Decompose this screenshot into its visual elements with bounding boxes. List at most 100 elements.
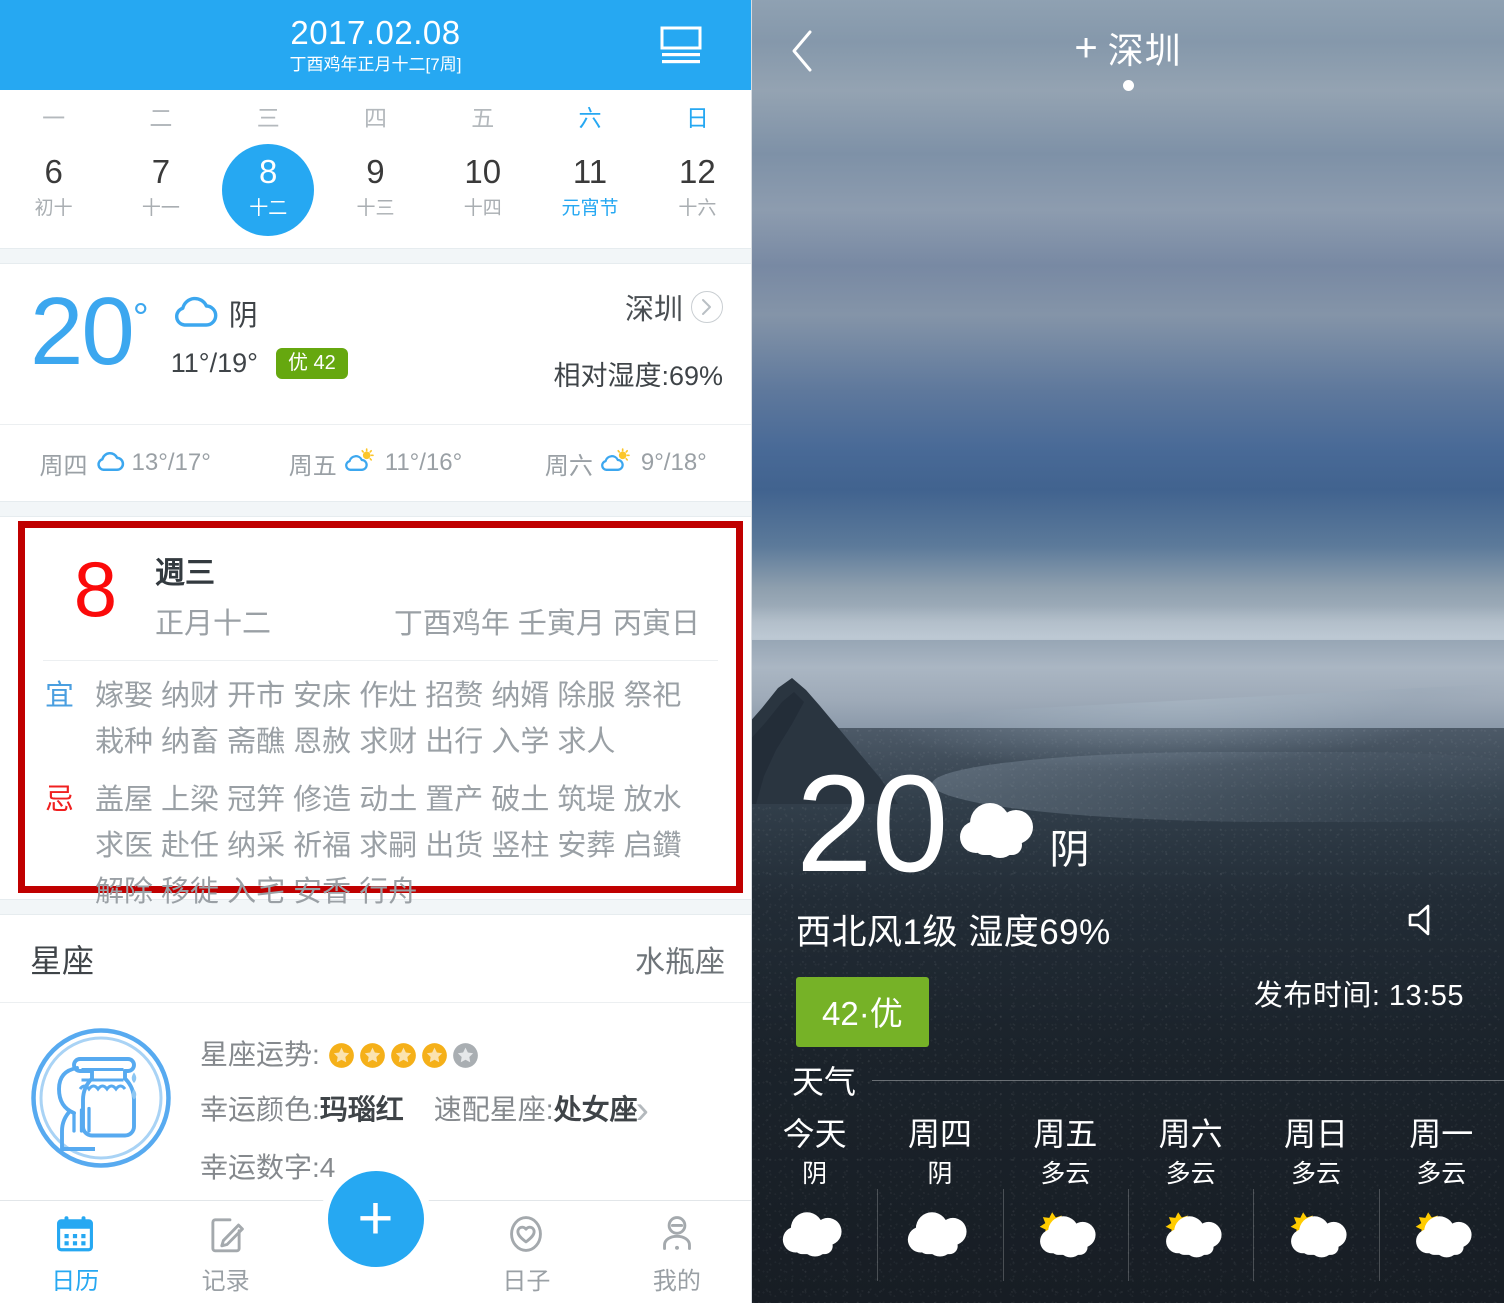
star-rating [328,1042,479,1069]
zodiac-lucky-row: 幸运颜色: 玛瑙红 速配星座: 处女座 › [200,1081,649,1139]
tab-label: 记录 [201,1268,250,1295]
week-strip[interactable]: 一 二 三 四 五 六 日 6 初十 7 十一 8 十二 9 十三 10 十四 … [0,90,751,248]
plus-icon: + [357,1184,394,1253]
forecast-cell[interactable]: 今天 阴 [752,1107,877,1303]
forecast-temp: 9°/18° [640,449,707,476]
partly-sunny-icon [344,447,378,479]
lucky-color-value: 玛瑙红 [319,1094,404,1125]
forecast-day: 周五 [288,452,337,480]
day-number: 9 [366,153,385,190]
weekday-label: 二 [149,105,173,131]
relative-humidity: 相对湿度:69% [553,361,723,391]
forecast-cell[interactable]: 周日 多云 [1253,1107,1378,1303]
lucky-number-label: 幸运数字: [200,1152,320,1183]
almanac-yi-line: 嫁娶 纳财 开市 安床 作灶 招赘 纳婿 除服 祭祀 [95,680,682,712]
publish-time: 发布时间: 13:55 [1253,980,1464,1012]
tab-days[interactable]: 日子 [451,1211,601,1296]
tab-notes[interactable]: 记录 [150,1211,300,1296]
agenda-view-icon[interactable] [657,24,705,66]
day-cell[interactable]: 7 十一 [107,142,214,248]
day-lunar: 十三 [356,198,395,219]
day-cell-selected[interactable]: 8 十二 [215,142,322,248]
forecast-cell[interactable]: 周四 阴 [877,1107,1002,1303]
forecast-item[interactable]: 周五 11°/16° [250,446,500,481]
day-number: 6 [44,153,63,190]
speaker-icon[interactable] [1402,900,1442,945]
match-sign-value: 处女座 [553,1094,638,1125]
weekday-label: 六 [578,105,602,131]
tab-label: 日子 [502,1268,551,1295]
wind-humidity: 西北风1级 湿度69% [796,913,1111,952]
almanac-ji-items: 盖屋 上梁 冠笄 修造 动土 置产 破土 筑堤 放水 求医 赴任 纳采 祈福 求… [89,777,681,915]
forecast-condition: 多云 [1165,1160,1216,1188]
cloudy-icon [95,450,125,477]
forecast-condition: 多云 [1290,1160,1341,1188]
weather-app-panel: + 深圳 20 阴 西北风1级 湿度69% 42·优 发布时间: 13:55 天… [752,0,1504,1303]
weather-forecast-section: 天气 今天 阴 周四 阴 周五 多云 周六 多云 周日 多云 周一 多云 [752,1053,1504,1303]
chevron-right-icon[interactable] [691,291,723,323]
weekday-label: 三 [256,105,280,131]
weekday-label-row: 一 二 三 四 五 六 日 [0,94,751,142]
zodiac-header[interactable]: 星座 水瓶座 [0,915,751,1003]
aqi-chip[interactable]: 42·优 [796,977,929,1047]
day-cell[interactable]: 11 元宵节 [536,142,643,248]
page-indicator-dot[interactable] [1122,79,1134,91]
forecast-cell[interactable]: 周一 多云 [1378,1107,1504,1303]
day-cell[interactable]: 6 初十 [0,142,107,248]
day-number: 8 [259,153,278,190]
tab-label: 日历 [51,1268,100,1295]
almanac-lunar-date: 正月十二 [155,608,272,640]
cloudy-icon [903,1207,977,1266]
heart-shield-icon [505,1211,547,1257]
star-filled-icon [359,1042,385,1068]
forecast-section-title: 天气 [792,1064,857,1100]
zodiac-info: 星座运势: 幸运颜色: 玛瑙红 速配星座: 处女座 › 幸运数字: 4 [176,1023,649,1193]
forecast-condition: 多云 [1040,1160,1091,1188]
zodiac-sign-name: 水瓶座 [635,945,725,979]
day-cell[interactable]: 10 十四 [429,142,536,248]
almanac-ji-line: 求医 赴任 纳采 祈福 求嗣 出货 竖柱 安葬 启鑽 [95,830,682,862]
current-temperature: 20 [796,747,948,901]
almanac-yi-line: 栽种 纳畜 斋醮 恩赦 求财 出行 入学 求人 [95,726,616,758]
weather-condition: 阴 [1049,828,1090,872]
almanac-ji-line: 盖屋 上梁 冠笄 修造 动土 置产 破土 筑堤 放水 [95,784,682,816]
day-number: 7 [151,153,171,190]
almanac-yi-label: 宜 [45,680,75,712]
forecast-day: 周六 [544,452,593,480]
plus-icon[interactable]: + [1074,28,1097,68]
almanac-weekday: 週三 [155,557,215,590]
lucky-number-value: 4 [319,1152,336,1183]
back-chevron-icon[interactable] [788,28,818,74]
star-empty-icon [452,1042,478,1068]
cloudy-icon [778,1207,852,1266]
cloudy-icon [171,294,219,333]
forecast-item[interactable]: 周四 13°/17° [0,446,250,481]
divider [1378,1189,1380,1281]
chevron-right-icon[interactable]: › [636,1090,649,1130]
star-filled-icon [390,1042,416,1068]
almanac-ji-label: 忌 [45,784,75,816]
almanac-yi-items: 嫁娶 纳财 开市 安床 作灶 招赘 纳婿 除服 祭祀 栽种 纳畜 斋醮 恩赦 求… [89,673,681,765]
weather-summary-card[interactable]: 20° 阴 11°/19° 优 42 深圳 相对湿度:69% [0,264,751,424]
zodiac-body[interactable]: 星座运势: 幸运颜色: 玛瑙红 速配星座: 处女座 › 幸运数字: 4 [0,1003,751,1193]
forecast-cell[interactable]: 周五 多云 [1002,1107,1128,1303]
tab-calendar[interactable]: 日历 [0,1211,150,1296]
tab-mine[interactable]: 我的 [602,1211,751,1296]
forecast-item[interactable]: 周六 9°/18° [501,446,751,481]
day-cell[interactable]: 9 十三 [322,142,429,248]
day-lunar: 十六 [678,198,717,219]
forecast-day: 周四 [39,452,88,480]
forecast-day: 周四 [907,1116,972,1152]
day-number: 11 [572,153,608,190]
forecast-condition: 多云 [1416,1160,1467,1188]
forecast-cell[interactable]: 周六 多云 [1127,1107,1253,1303]
almanac-ji-line: 解除 移徙 入宅 安香 行舟 [95,876,418,908]
almanac-section: 8 週三 正月十二 丁酉鸡年 壬寅月 丙寅日 宜 嫁娶 纳财 开市 安床 作灶 … [0,521,751,908]
day-lunar: 十一 [141,198,180,219]
mini-forecast-row: 周四 13°/17° 周五 11°/16° 周六 9°/18° [0,425,751,501]
calendar-icon [54,1211,96,1257]
almanac-card-highlighted[interactable]: 8 週三 正月十二 丁酉鸡年 壬寅月 丙寅日 宜 嫁娶 纳财 开市 安床 作灶 … [18,521,743,908]
add-fab-button[interactable]: + [327,1171,424,1267]
day-cell[interactable]: 12 十六 [644,142,751,248]
partly-cloudy-icon [1028,1207,1102,1266]
